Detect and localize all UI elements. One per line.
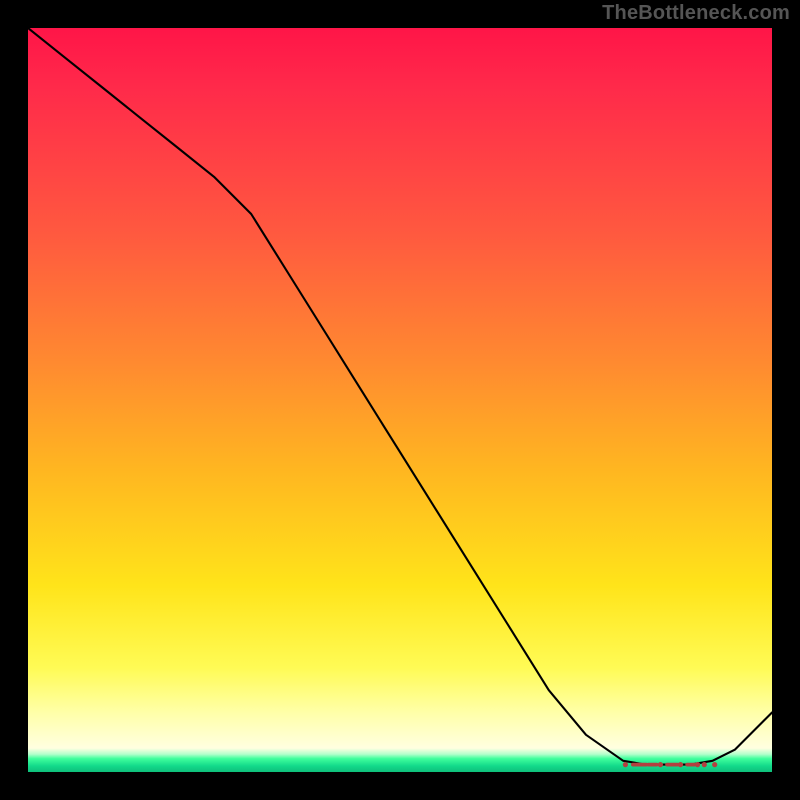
plot-area — [28, 28, 772, 772]
marker-dot — [678, 762, 683, 767]
marker-dot — [702, 762, 707, 767]
marker-dot — [695, 762, 700, 767]
marker-dot — [623, 762, 628, 767]
attribution-text: TheBottleneck.com — [602, 2, 790, 25]
optimal-zone-markers — [623, 762, 718, 767]
bottleneck-curve — [28, 28, 772, 765]
chart-overlay-svg — [28, 28, 772, 772]
chart-frame: TheBottleneck.com — [0, 0, 800, 800]
marker-dot — [712, 762, 717, 767]
marker-dot — [658, 762, 663, 767]
